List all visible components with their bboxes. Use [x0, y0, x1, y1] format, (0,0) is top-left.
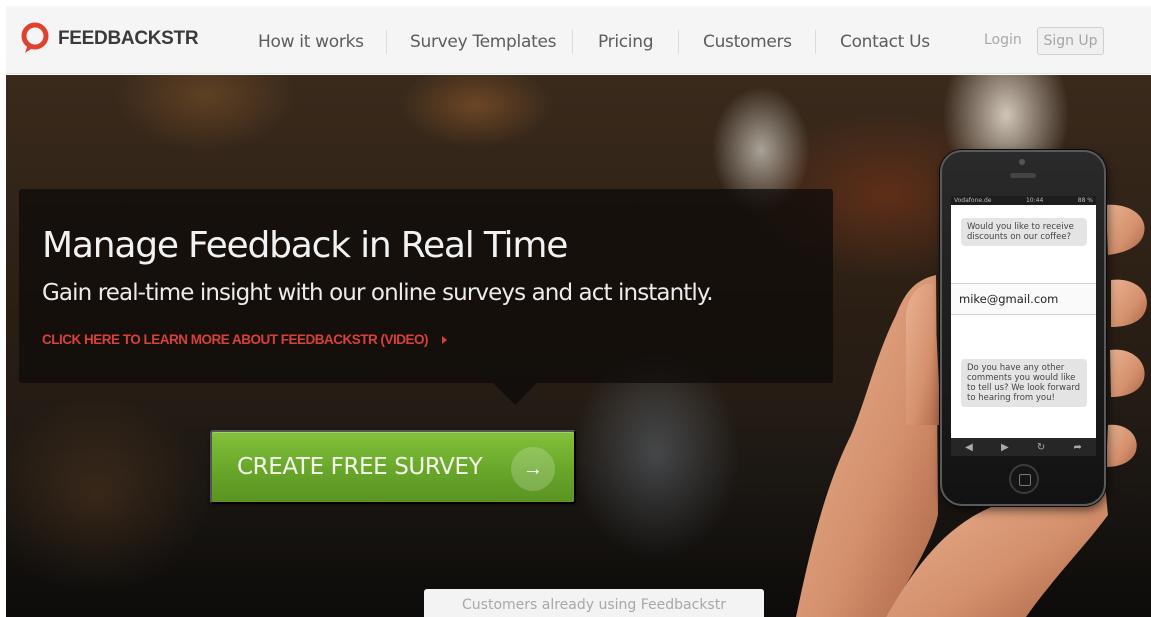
hero-headline: Manage Feedback in Real Time	[42, 225, 568, 266]
nav-how-it-works[interactable]: How it works	[258, 28, 364, 56]
speech-bubble-logo-icon	[21, 22, 49, 53]
phone-home-button	[1009, 464, 1039, 494]
phone-status-bar: Vodafone.de 10:44 88 %	[951, 196, 1096, 205]
forward-icon: ▶	[1001, 441, 1009, 453]
customers-tab[interactable]: Customers already using Feedbackstr	[424, 589, 764, 617]
nav-divider	[386, 30, 387, 54]
status-carrier: Vodafone.de	[954, 197, 992, 204]
smartphone-mockup: Vodafone.de 10:44 88 % Would you like to…	[940, 150, 1106, 506]
back-icon: ◀	[965, 441, 973, 453]
cta-label: CREATE FREE SURVEY	[237, 454, 483, 480]
survey-question-bubble: Do you have any other comments you would…	[961, 359, 1087, 407]
video-link-label: CLICK HERE TO LEARN MORE ABOUT FEEDBACKS…	[42, 332, 429, 347]
logo[interactable]: FEEDBACKSTR	[20, 22, 199, 56]
nav-survey-templates[interactable]: Survey Templates	[410, 28, 556, 56]
logo-text: FEEDBACKSTR	[58, 28, 199, 49]
survey-question-bubble: Would you like to receive discounts on o…	[961, 218, 1087, 246]
create-free-survey-button[interactable]: CREATE FREE SURVEY →	[210, 430, 576, 504]
share-icon: ➦	[1073, 441, 1082, 453]
phone-speaker	[1010, 173, 1036, 178]
nav-contact-us[interactable]: Contact Us	[840, 28, 930, 56]
nav-pricing[interactable]: Pricing	[598, 28, 654, 56]
status-battery: 88 %	[1077, 197, 1093, 204]
arrow-right-icon: →	[511, 447, 555, 491]
hero-section: Manage Feedback in Real Time Gain real-t…	[6, 75, 1151, 617]
nav-divider	[572, 30, 573, 54]
play-arrow-icon	[442, 335, 448, 344]
status-time: 10:44	[1025, 197, 1044, 204]
email-answer-field: mike@gmail.com	[951, 283, 1096, 315]
browser-toolbar: ◀ ▶ ↻ ➦	[951, 438, 1096, 456]
hero-subheadline: Gain real-time insight with our online s…	[42, 280, 714, 306]
nav-divider	[678, 30, 679, 54]
phone-camera	[1019, 159, 1025, 165]
phone-screen: Vodafone.de 10:44 88 % Would you like to…	[951, 196, 1096, 456]
reload-icon: ↻	[1036, 441, 1046, 453]
hero-banner: Manage Feedback in Real Time Gain real-t…	[19, 189, 833, 405]
nav-customers[interactable]: Customers	[703, 28, 792, 56]
site-header: FEEDBACKSTR How it works Survey Template…	[6, 6, 1151, 74]
signup-button[interactable]: Sign Up	[1037, 27, 1104, 55]
nav-divider	[815, 30, 816, 54]
learn-more-video-link[interactable]: CLICK HERE TO LEARN MORE ABOUT FEEDBACKS…	[42, 332, 448, 347]
login-link[interactable]: Login	[984, 32, 1022, 48]
